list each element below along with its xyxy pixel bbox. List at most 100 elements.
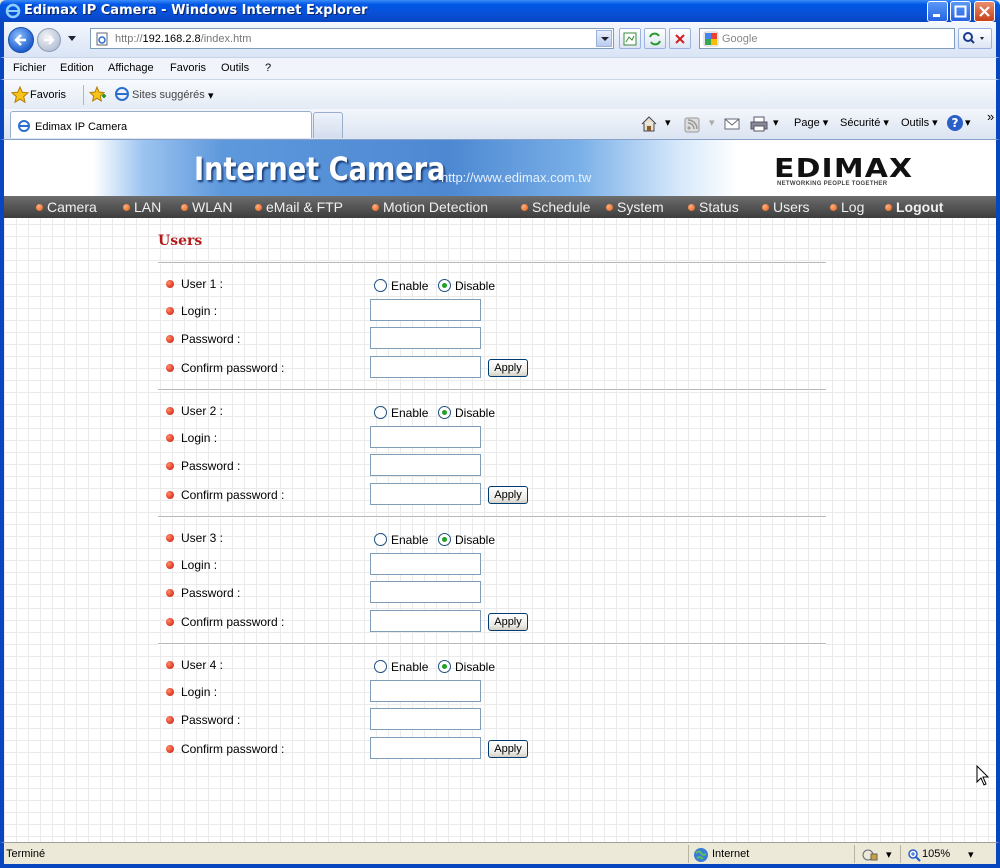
disable-label[interactable]: Disable — [455, 279, 495, 293]
nav-log[interactable]: Log — [830, 199, 864, 215]
search-input[interactable]: Google — [699, 28, 955, 49]
address-dropdown-button[interactable] — [596, 30, 612, 47]
user-3-confirm-password-input[interactable] — [370, 610, 481, 632]
security-menu[interactable]: Sécurité ▾ — [840, 116, 889, 129]
disable-label[interactable]: Disable — [455, 406, 495, 420]
page-menu[interactable]: Page ▾ — [794, 116, 828, 129]
user-2-apply-button[interactable]: Apply — [488, 486, 528, 504]
rss-feed-icon[interactable] — [684, 117, 700, 133]
user-1-login-input[interactable] — [370, 299, 481, 321]
favorites-button[interactable]: Favoris — [30, 89, 66, 101]
nav-lan[interactable]: LAN — [123, 199, 161, 215]
menu-affichage[interactable]: Affichage — [108, 62, 154, 74]
forward-button[interactable] — [37, 28, 61, 52]
print-icon[interactable] — [750, 116, 768, 132]
page-menu-label: Page — [794, 117, 820, 129]
user-3-apply-button[interactable]: Apply — [488, 613, 528, 631]
nav-schedule[interactable]: Schedule — [521, 199, 590, 215]
user-3-disable-radio[interactable] — [438, 533, 451, 546]
user-1-confirm-password-input[interactable] — [370, 356, 481, 378]
add-favorite-icon[interactable] — [89, 86, 107, 104]
nav-users[interactable]: Users — [762, 199, 810, 215]
user-2-login-input[interactable] — [370, 426, 481, 448]
menu-edition[interactable]: Edition — [60, 62, 94, 74]
user-4-password-input[interactable] — [370, 708, 481, 730]
refresh-button[interactable] — [644, 28, 666, 49]
new-tab-button[interactable] — [313, 112, 343, 138]
nav-logout[interactable]: Logout — [885, 199, 943, 215]
user-3-enable-radio[interactable] — [374, 533, 387, 546]
tab-edimax[interactable]: Edimax IP Camera — [10, 111, 312, 138]
user-4-login-input[interactable] — [370, 680, 481, 702]
confirm-password-label: Confirm password : — [166, 742, 284, 756]
maximize-button[interactable] — [950, 1, 971, 22]
menu-favoris[interactable]: Favoris — [170, 62, 206, 74]
zoom-dropdown-icon[interactable]: ▾ — [968, 848, 974, 861]
menu-outils[interactable]: Outils — [221, 62, 249, 74]
user-3-login-input[interactable] — [370, 553, 481, 575]
enable-label[interactable]: Enable — [391, 406, 428, 420]
user-2-password-input[interactable] — [370, 454, 481, 476]
enable-label[interactable]: Enable — [391, 533, 428, 547]
user-1-enable-radio[interactable] — [374, 279, 387, 292]
login-label: Login : — [166, 685, 217, 699]
user-4-confirm-password-input[interactable] — [370, 737, 481, 759]
history-dropdown-icon[interactable] — [68, 36, 76, 41]
user-2-enable-radio[interactable] — [374, 406, 387, 419]
stop-button[interactable] — [669, 28, 691, 49]
nav-camera[interactable]: Camera — [36, 199, 97, 215]
login-label: Login : — [166, 558, 217, 572]
rss-dropdown-icon[interactable]: ▾ — [709, 116, 715, 129]
protected-mode-icon[interactable] — [861, 848, 879, 862]
suggested-sites-link[interactable]: Sites suggérés — [132, 89, 205, 101]
enable-label[interactable]: Enable — [391, 279, 428, 293]
nav-system[interactable]: System — [606, 199, 664, 215]
user-4-disable-radio[interactable] — [438, 660, 451, 673]
address-bar[interactable]: http://192.168.2.8/index.htm — [90, 28, 614, 49]
print-dropdown-icon[interactable]: ▾ — [773, 116, 779, 129]
zoom-icon[interactable] — [907, 848, 921, 862]
favorites-star-icon[interactable] — [11, 86, 29, 104]
user-1-password-input[interactable] — [370, 327, 481, 349]
help-icon[interactable]: ? — [946, 114, 964, 132]
search-icon — [963, 32, 984, 44]
confirm-password-label: Confirm password : — [166, 615, 284, 629]
help-dropdown-icon[interactable]: ▾ — [965, 116, 971, 129]
user-3-password-input[interactable] — [370, 581, 481, 603]
back-button[interactable] — [8, 27, 34, 53]
arrow-right-icon — [44, 35, 55, 45]
user-2-disable-radio[interactable] — [438, 406, 451, 419]
tools-menu[interactable]: Outils ▾ — [901, 116, 938, 129]
suggested-sites-dropdown-icon[interactable]: ▾ — [208, 89, 214, 102]
favorites-bar: Favoris Sites suggérés ▾ — [0, 79, 1000, 109]
nav-motion-detection[interactable]: Motion Detection — [372, 199, 488, 215]
user-1-disable-radio[interactable] — [438, 279, 451, 292]
search-button[interactable] — [958, 28, 992, 49]
disable-label[interactable]: Disable — [455, 533, 495, 547]
disable-label[interactable]: Disable — [455, 660, 495, 674]
search-placeholder: Google — [722, 33, 758, 45]
user-2-confirm-password-input[interactable] — [370, 483, 481, 505]
section-divider — [158, 262, 826, 264]
protected-mode-dropdown-icon[interactable]: ▾ — [886, 848, 892, 861]
home-icon[interactable] — [640, 115, 658, 133]
compatibility-view-button[interactable] — [619, 28, 641, 49]
close-button[interactable] — [974, 1, 995, 22]
enable-label[interactable]: Enable — [391, 660, 428, 674]
close-icon — [979, 6, 990, 17]
minimize-button[interactable] — [927, 1, 948, 22]
zoom-level[interactable]: 105% — [922, 848, 950, 860]
tools-menu-label: Outils — [901, 117, 930, 129]
nav-email-ftp[interactable]: eMail & FTP — [255, 199, 343, 215]
mail-icon[interactable] — [724, 117, 740, 131]
user-1-apply-button[interactable]: Apply — [488, 359, 528, 377]
menu-fichier[interactable]: Fichier — [13, 62, 46, 74]
menu-help[interactable]: ? — [265, 62, 271, 74]
toolbar-overflow-icon[interactable]: » — [987, 109, 994, 124]
user-4-enable-radio[interactable] — [374, 660, 387, 673]
user-4-apply-button[interactable]: Apply — [488, 740, 528, 758]
home-dropdown-icon[interactable]: ▾ — [665, 116, 671, 129]
arrow-left-icon — [14, 34, 26, 46]
nav-status[interactable]: Status — [688, 199, 739, 215]
nav-wlan[interactable]: WLAN — [181, 199, 232, 215]
